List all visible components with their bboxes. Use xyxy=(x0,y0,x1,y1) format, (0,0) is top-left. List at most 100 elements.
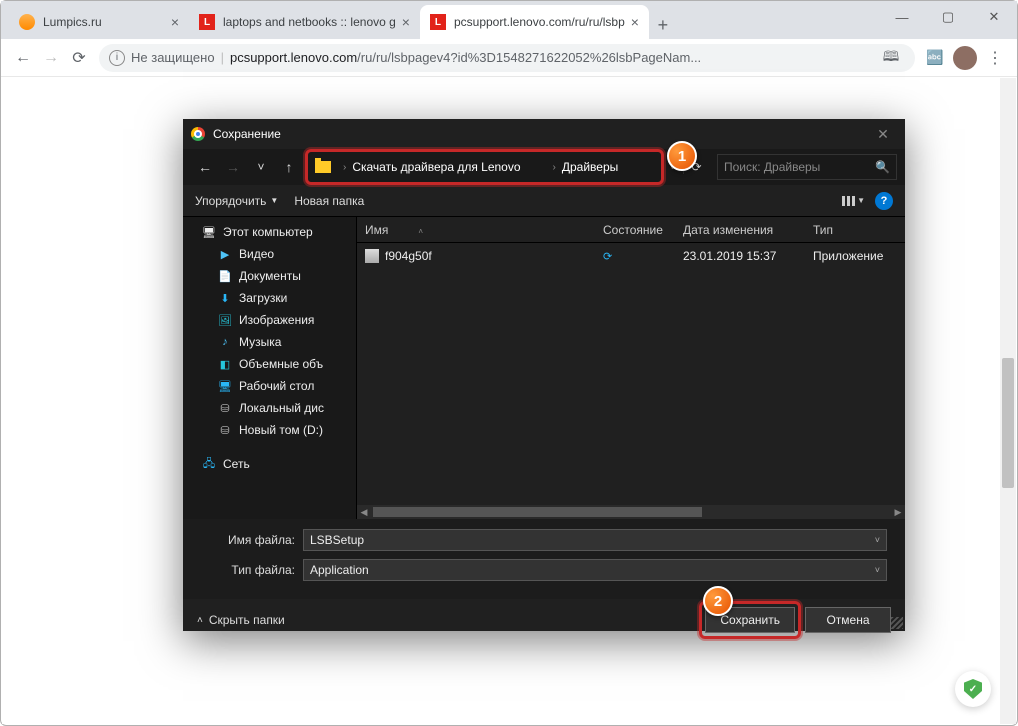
sidebar-videos[interactable]: ▶Видео xyxy=(183,243,356,265)
filename-input[interactable]: LSBSetup˅ xyxy=(303,529,887,551)
nav-reload-button[interactable]: ⟳ xyxy=(65,44,93,72)
dialog-up-button[interactable]: ˅ xyxy=(247,160,275,174)
dialog-search-input[interactable]: Поиск: Драйверы 🔍 xyxy=(717,154,897,180)
dialog-close-button[interactable]: ✕ xyxy=(861,119,905,149)
filename-label: Имя файла: xyxy=(201,533,295,547)
tab-title: pcsupport.lenovo.com/ru/ru/lsbp xyxy=(454,15,625,29)
desktop-icon: 🖥 xyxy=(217,379,233,393)
window-maximize-button[interactable]: ▢ xyxy=(925,1,971,33)
sidebar-documents[interactable]: 📄Документы xyxy=(183,265,356,287)
dialog-nav-row: ← → ˅ ↑ › Скачать драйвера для Lenovo › … xyxy=(183,149,905,185)
dialog-toolbar: Упорядочить▼ Новая папка ▼ ? xyxy=(183,185,905,217)
window-controls: — ▢ ✕ xyxy=(879,1,1017,33)
sidebar-3d-objects[interactable]: ◧Объемные объ xyxy=(183,353,356,375)
favicon-lumpics-icon xyxy=(19,14,35,30)
file-list: Имя˄ Состояние Дата изменения Тип f904g5… xyxy=(357,217,905,519)
sort-indicator-icon: ˄ xyxy=(418,227,423,236)
tab-pcsupport[interactable]: L pcsupport.lenovo.com/ru/ru/lsbp × xyxy=(420,5,649,39)
picture-icon: 🖼 xyxy=(217,313,233,327)
favicon-lenovo-icon: L xyxy=(430,14,446,30)
sync-icon: ⟳ xyxy=(603,251,612,263)
cube-icon: ◧ xyxy=(217,357,233,371)
sidebar-pictures[interactable]: 🖼Изображения xyxy=(183,309,356,331)
chevron-down-icon[interactable]: ˅ xyxy=(875,565,880,575)
chevron-down-icon: ▼ xyxy=(270,196,278,205)
tab-strip: Lumpics.ru × L laptops and netbooks :: l… xyxy=(1,1,1017,39)
col-date[interactable]: Дата изменения xyxy=(675,223,805,237)
new-tab-button[interactable]: + xyxy=(649,11,677,39)
col-type[interactable]: Тип xyxy=(805,223,905,237)
view-options-button[interactable]: ▼ xyxy=(842,196,865,206)
sidebar-this-pc[interactable]: 🖥Этот компьютер xyxy=(183,221,356,243)
save-dialog: Сохранение ✕ ← → ˅ ↑ › Скачать драйвера … xyxy=(183,119,905,631)
sidebar-downloads[interactable]: ⬇Загрузки xyxy=(183,287,356,309)
dialog-back-button[interactable]: ← xyxy=(191,159,219,175)
exe-icon xyxy=(365,249,379,263)
tab-close-icon[interactable]: × xyxy=(631,14,639,30)
sidebar-local-disk[interactable]: ⛁Локальный дис xyxy=(183,397,356,419)
dialog-footer: ˄ Скрыть папки Сохранить Отмена xyxy=(183,599,905,647)
tab-title: laptops and netbooks :: lenovo g xyxy=(223,15,396,29)
dialog-up-button[interactable]: ↑ xyxy=(275,159,303,175)
col-name[interactable]: Имя˄ xyxy=(357,223,595,237)
resize-grip[interactable] xyxy=(891,617,903,629)
sidebar-network[interactable]: 🖧Сеть xyxy=(183,453,356,475)
cancel-button[interactable]: Отмена xyxy=(805,607,891,633)
hide-folders-toggle[interactable]: ˄ Скрыть папки xyxy=(197,613,285,627)
filetype-label: Тип файла: xyxy=(201,563,295,577)
file-name: f904g50f xyxy=(385,249,432,263)
window-close-button[interactable]: ✕ xyxy=(971,1,1017,33)
tab-close-icon[interactable]: × xyxy=(171,14,179,30)
help-icon[interactable]: ? xyxy=(875,192,893,210)
chrome-icon xyxy=(191,127,205,141)
sidebar-desktop[interactable]: 🖥Рабочий стол xyxy=(183,375,356,397)
adblock-badge[interactable] xyxy=(955,671,991,707)
site-info-icon[interactable]: i xyxy=(109,50,125,66)
scroll-right-icon[interactable]: ▶ xyxy=(891,507,905,518)
address-bar: ← → ⟳ i Не защищено | pcsupport.lenovo.c… xyxy=(1,39,1017,77)
file-list-header: Имя˄ Состояние Дата изменения Тип xyxy=(357,217,905,243)
favicon-lenovo-icon: L xyxy=(199,14,215,30)
folder-icon xyxy=(315,161,331,173)
chevron-down-icon[interactable]: ˅ xyxy=(875,535,880,545)
file-date: 23.01.2019 15:37 xyxy=(675,249,805,263)
search-placeholder: Поиск: Драйверы xyxy=(724,160,820,174)
scrollbar-thumb[interactable] xyxy=(1002,358,1014,488)
url-text: pcsupport.lenovo.com/ru/ru/lsbpagev4?id%… xyxy=(230,50,877,65)
sidebar-new-volume[interactable]: ⛁Новый том (D:) xyxy=(183,419,356,441)
profile-avatar[interactable] xyxy=(953,46,977,70)
window-minimize-button[interactable]: — xyxy=(879,1,925,33)
callout-1: 1 xyxy=(667,141,697,171)
dialog-titlebar: Сохранение ✕ xyxy=(183,119,905,149)
callout-2: 2 xyxy=(703,586,733,616)
music-icon: ♪ xyxy=(217,335,233,349)
file-row[interactable]: f904g50f ⟳ 23.01.2019 15:37 Приложение xyxy=(357,245,905,267)
disk-icon: ⛁ xyxy=(217,401,233,415)
dialog-fields: Имя файла: LSBSetup˅ Тип файла: Applicat… xyxy=(183,519,905,599)
breadcrumb-bar[interactable]: › Скачать драйвера для Lenovo › Драйверы xyxy=(309,153,660,181)
tab-title: Lumpics.ru xyxy=(43,15,165,29)
highlight-1 xyxy=(305,149,664,185)
new-folder-button[interactable]: Новая папка xyxy=(294,194,364,208)
tab-lumpics[interactable]: Lumpics.ru × xyxy=(9,5,189,39)
scroll-thumb[interactable] xyxy=(373,507,702,517)
organize-menu[interactable]: Упорядочить▼ xyxy=(195,194,278,208)
nav-forward-button[interactable]: → xyxy=(37,44,65,72)
address-field[interactable]: i Не защищено | pcsupport.lenovo.com/ru/… xyxy=(99,44,915,72)
filetype-select[interactable]: Application˅ xyxy=(303,559,887,581)
dialog-forward-button[interactable]: → xyxy=(219,159,247,175)
sidebar-music[interactable]: ♪Музыка xyxy=(183,331,356,353)
tab-close-icon[interactable]: × xyxy=(402,14,410,30)
chevron-up-icon: ˄ xyxy=(197,615,203,626)
translate-icon[interactable]: 🔤 xyxy=(921,44,949,72)
document-icon: 📄 xyxy=(217,269,233,283)
scroll-left-icon[interactable]: ◀ xyxy=(357,507,371,518)
nav-back-button[interactable]: ← xyxy=(9,44,37,72)
page-scrollbar[interactable] xyxy=(1000,78,1016,724)
tab-lenovo-laptops[interactable]: L laptops and netbooks :: lenovo g × xyxy=(189,5,420,39)
pc-icon: 🖥 xyxy=(201,225,217,239)
col-state[interactable]: Состояние xyxy=(595,223,675,237)
translate-original-icon[interactable]: 🕮 xyxy=(877,44,905,72)
horizontal-scrollbar[interactable]: ◀ ▶ xyxy=(357,505,905,519)
browser-menu-button[interactable]: ⋮ xyxy=(981,44,1009,72)
